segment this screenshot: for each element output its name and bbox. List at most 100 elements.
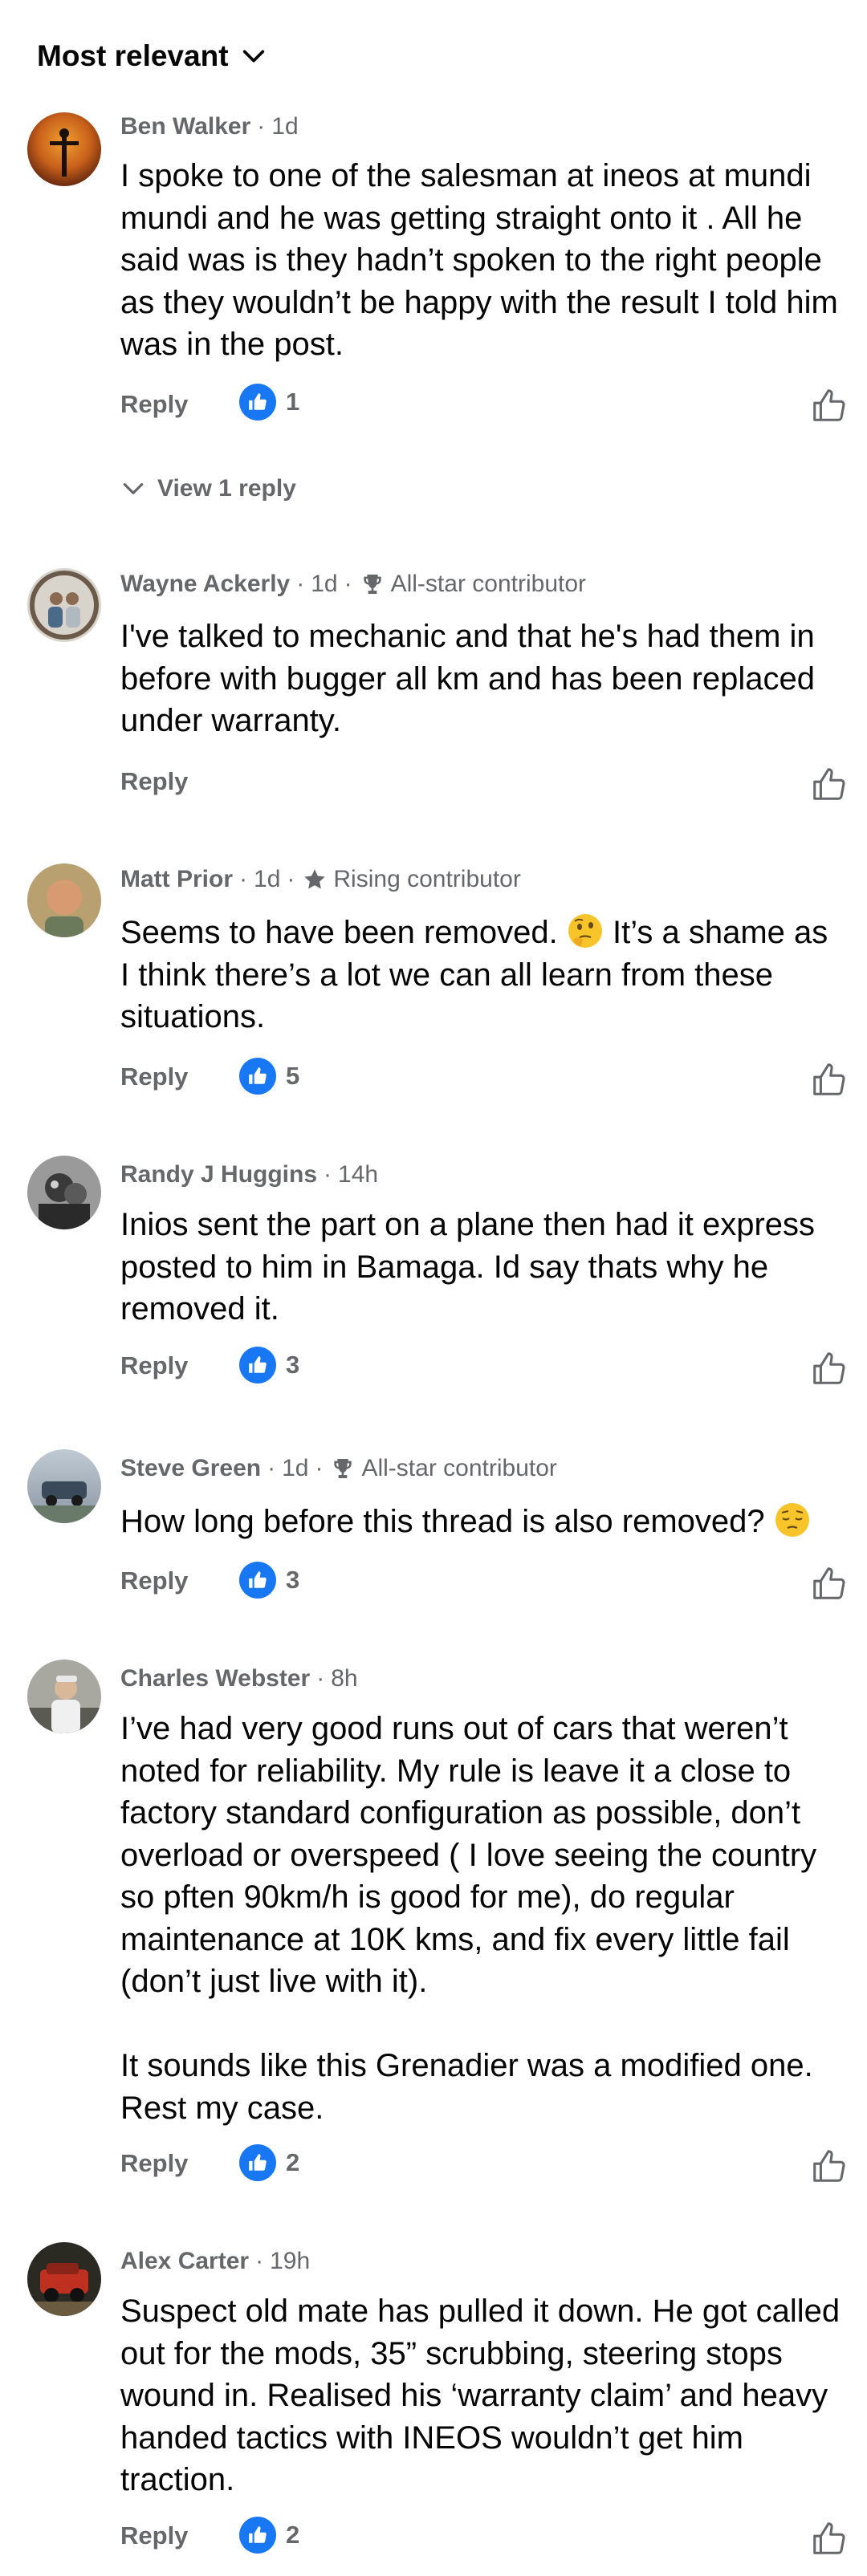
comment-actions: Reply	[120, 2139, 843, 2188]
avatar[interactable]	[27, 2242, 101, 2316]
view-replies-button[interactable]: View 1 reply	[120, 475, 296, 502]
comment-time[interactable]: 8h	[331, 1665, 357, 1692]
reply-button[interactable]: Reply	[120, 1351, 188, 1380]
like-count-text: 2	[286, 2521, 300, 2549]
avatar[interactable]	[27, 112, 101, 186]
separator-dot: ·	[255, 2248, 264, 2274]
comment-text: I spoke to one of the salesman at ineos …	[120, 158, 838, 362]
comment-actions: Reply	[120, 1557, 843, 1605]
author-name[interactable]: Charles Webster	[120, 1665, 310, 1692]
contributor-badge[interactable]: Rising contributor	[333, 866, 520, 893]
separator-dot: ·	[324, 1161, 332, 1188]
like-count-text: 3	[286, 1566, 300, 1594]
like-count-text: 2	[286, 2148, 300, 2176]
like-reaction-icon	[239, 1347, 276, 1383]
comment-time[interactable]: 19h	[270, 2248, 310, 2275]
separator-dot: ·	[267, 1455, 276, 1481]
author-name[interactable]: Randy J Huggins	[120, 1161, 317, 1188]
like-reaction-icon	[239, 1058, 276, 1095]
like-button[interactable]	[806, 2144, 851, 2189]
reply-button[interactable]: Reply	[120, 390, 188, 419]
author-name[interactable]: Wayne Ackerly	[120, 571, 290, 598]
comment-text: I’ve had very good runs out of cars that…	[120, 1711, 817, 2126]
reaction-count[interactable]: 3	[239, 1562, 299, 1599]
avatar[interactable]	[27, 1156, 101, 1229]
author-name[interactable]: Ben Walker	[120, 113, 250, 140]
separator-dot: ·	[296, 571, 305, 597]
comment-actions: Reply	[120, 758, 843, 806]
comment-actions: Reply	[120, 1342, 843, 1390]
like-reaction-icon	[239, 2517, 276, 2554]
comment-text-part: Seems to have been removed.	[120, 915, 567, 950]
sort-label: Most relevant	[37, 39, 229, 72]
comment-meta: Charles Webster · 8h	[120, 1663, 835, 1695]
reply-button[interactable]: Reply	[120, 767, 188, 796]
comment-time[interactable]: 1d	[254, 866, 280, 893]
contributor-badge[interactable]: All-star contributor	[391, 571, 586, 598]
reaction-count[interactable]: 2	[239, 2517, 299, 2554]
like-reaction-icon	[239, 1562, 276, 1599]
comment-meta: Wayne Ackerly · 1d · All-star contributo…	[120, 568, 835, 600]
reply-button[interactable]: Reply	[120, 1566, 188, 1595]
like-count-text: 1	[286, 388, 300, 416]
author-name[interactable]: Alex Carter	[120, 2248, 249, 2275]
separator-dot: ·	[239, 866, 248, 892]
like-button[interactable]	[806, 2517, 851, 2562]
comment-meta: Matt Prior · 1d · Rising contributor	[120, 863, 835, 896]
comment-meta: Randy J Huggins · 14h	[120, 1159, 835, 1191]
reply-button[interactable]: Reply	[120, 1062, 188, 1091]
trophy-icon	[329, 1455, 356, 1482]
like-button[interactable]	[806, 1058, 851, 1103]
reaction-count[interactable]: 2	[239, 2144, 299, 2181]
like-reaction-icon	[239, 2144, 276, 2181]
comment-text: Seems to have been removed. It’s a shame…	[120, 912, 843, 1038]
reply-arrow-icon	[120, 476, 146, 502]
like-button[interactable]	[806, 1347, 851, 1392]
reply-button[interactable]: Reply	[120, 2521, 188, 2550]
avatar[interactable]	[27, 863, 101, 937]
comment-actions: Reply	[120, 2512, 843, 2560]
comment-text-part: How long before this thread is also remo…	[120, 1504, 774, 1539]
comment-text: I've talked to mechanic and that he's ha…	[120, 619, 815, 738]
comment-meta: Ben Walker · 1d	[120, 111, 835, 143]
comment-time[interactable]: 1d	[271, 113, 298, 140]
like-button[interactable]	[806, 762, 851, 807]
chevron-down-icon	[240, 43, 267, 70]
comment-text: How long before this thread is also remo…	[120, 1501, 843, 1543]
avatar[interactable]	[27, 1449, 101, 1523]
like-reaction-icon	[239, 384, 276, 421]
trophy-icon	[359, 571, 386, 598]
pensive-face-emoji	[774, 1501, 811, 1538]
reaction-count[interactable]: 3	[239, 1347, 299, 1383]
separator-dot: ·	[315, 1455, 324, 1481]
comment-meta: Alex Carter · 19h	[120, 2245, 835, 2277]
like-button[interactable]	[806, 384, 851, 429]
comment-text: Inios sent the part on a plane then had …	[120, 1207, 816, 1327]
author-name[interactable]: Steve Green	[120, 1455, 261, 1482]
like-button[interactable]	[806, 1562, 851, 1607]
reaction-count[interactable]: 1	[239, 384, 299, 421]
reaction-count[interactable]: 5	[239, 1058, 299, 1095]
view-replies-label: View 1 reply	[157, 475, 296, 502]
comment-time[interactable]: 14h	[338, 1161, 378, 1188]
separator-dot: ·	[287, 866, 295, 892]
contributor-badge[interactable]: All-star contributor	[361, 1455, 556, 1482]
comment-actions: Reply	[120, 1053, 843, 1101]
sort-dropdown[interactable]: Most relevant	[37, 32, 267, 80]
avatar[interactable]	[27, 568, 101, 642]
comment-time[interactable]: 1d	[282, 1455, 308, 1482]
thinking-face-emoji	[567, 912, 604, 949]
comment-actions: Reply	[120, 380, 843, 429]
separator-dot: ·	[257, 113, 266, 140]
reply-button[interactable]: Reply	[120, 2149, 188, 2178]
comment-meta: Steve Green · 1d · All-star contributor	[120, 1453, 835, 1485]
comment-time[interactable]: 1d	[311, 571, 337, 598]
avatar[interactable]	[27, 1660, 101, 1733]
author-name[interactable]: Matt Prior	[120, 866, 233, 893]
comment-text: Suspect old mate has pulled it down. He …	[120, 2294, 841, 2497]
star-icon	[301, 866, 328, 893]
like-count-text: 3	[286, 1351, 300, 1379]
separator-dot: ·	[316, 1665, 325, 1692]
like-count-text: 5	[286, 1062, 300, 1090]
separator-dot: ·	[344, 571, 352, 597]
